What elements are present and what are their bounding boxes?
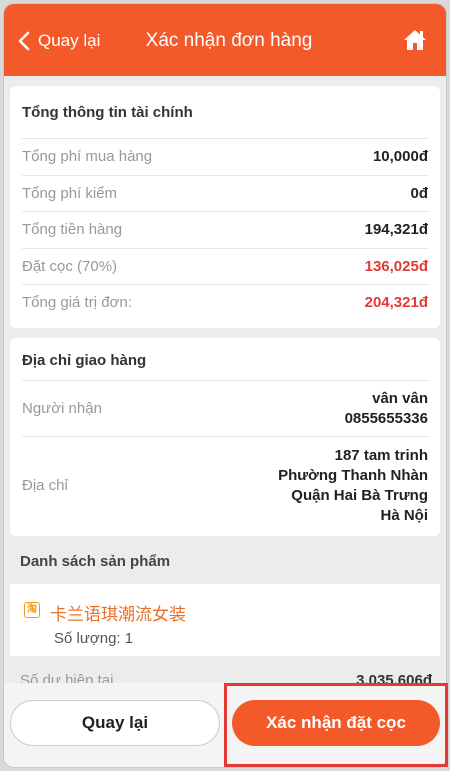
address-value: 187 tam trinh Phường Thanh Nhàn Quận Hai… <box>278 446 428 526</box>
content-area: Tổng thông tin tài chính Tổng phí mua hà… <box>4 76 446 767</box>
row-label: Tổng phí mua hàng <box>22 148 153 166</box>
row-order-total: Tổng giá trị đơn: 204,321đ <box>22 284 428 321</box>
row-label: Tổng tiền hàng <box>22 221 123 239</box>
taobao-shop-icon: 淘 <box>24 602 40 618</box>
page-title: Xác nhận đơn hàng <box>145 30 313 51</box>
product-card[interactable]: 淘 卡兰语琪潮流女装 Số lượng: 1 <box>10 584 440 656</box>
row-label: Đặt cọc (70%) <box>22 257 118 275</box>
address-label: Địa chỉ <box>22 477 68 494</box>
recipient-name: vân vân <box>372 389 428 407</box>
confirm-deposit-button[interactable]: Xác nhận đặt cọc <box>232 700 440 746</box>
app-frame: Quay lại Xác nhận đơn hàng Tổng thông ti… <box>4 4 446 767</box>
header-bar: Quay lại Xác nhận đơn hàng <box>4 4 446 76</box>
row-value: 0đ <box>410 184 428 202</box>
recipient-value: vân vân 0855655336 <box>345 389 428 429</box>
row-inspection-fee: Tổng phí kiểm 0đ <box>22 174 428 212</box>
bottom-action-bar: Quay lại Xác nhận đặt cọc <box>4 683 446 767</box>
shipping-card: Địa chỉ giao hàng Người nhận vân vân 085… <box>10 338 440 536</box>
address-line: Phường Thanh Nhàn <box>278 466 428 484</box>
row-value: 204,321đ <box>364 294 428 312</box>
recipient-phone: 0855655336 <box>344 409 428 427</box>
row-label: Tổng giá trị đơn: <box>22 294 132 312</box>
recipient-row: Người nhận vân vân 0855655336 <box>22 380 428 436</box>
recipient-label: Người nhận <box>22 400 102 417</box>
shop-name: 卡兰语琪潮流女装 <box>50 605 186 624</box>
product-list-title: Danh sách sản phẩm <box>20 553 171 570</box>
row-label: Tổng phí kiểm <box>22 184 118 202</box>
address-row: Địa chỉ 187 tam trinh Phường Thanh Nhàn … <box>22 436 428 534</box>
shipping-title: Địa chỉ giao hàng <box>22 352 147 369</box>
row-goods-total: Tổng tiền hàng 194,321đ <box>22 211 428 248</box>
home-icon[interactable] <box>402 28 428 52</box>
address-line: Hà Nội <box>380 506 428 524</box>
row-value: 10,000đ <box>372 148 428 166</box>
row-value: 194,321đ <box>364 221 428 239</box>
row-value: 136,025đ <box>364 257 428 275</box>
address-line: Quận Hai Bà Trưng <box>291 486 428 504</box>
product-quantity: Số lượng: 1 <box>54 630 134 647</box>
back-button[interactable]: Quay lại <box>10 700 220 746</box>
row-purchase-fee: Tổng phí mua hàng 10,000đ <box>22 138 428 175</box>
address-line: 187 tam trinh <box>334 446 428 464</box>
row-deposit: Đặt cọc (70%) 136,025đ <box>22 247 428 285</box>
financial-title: Tổng thông tin tài chính <box>22 104 193 121</box>
financial-card: Tổng thông tin tài chính Tổng phí mua hà… <box>10 86 440 328</box>
